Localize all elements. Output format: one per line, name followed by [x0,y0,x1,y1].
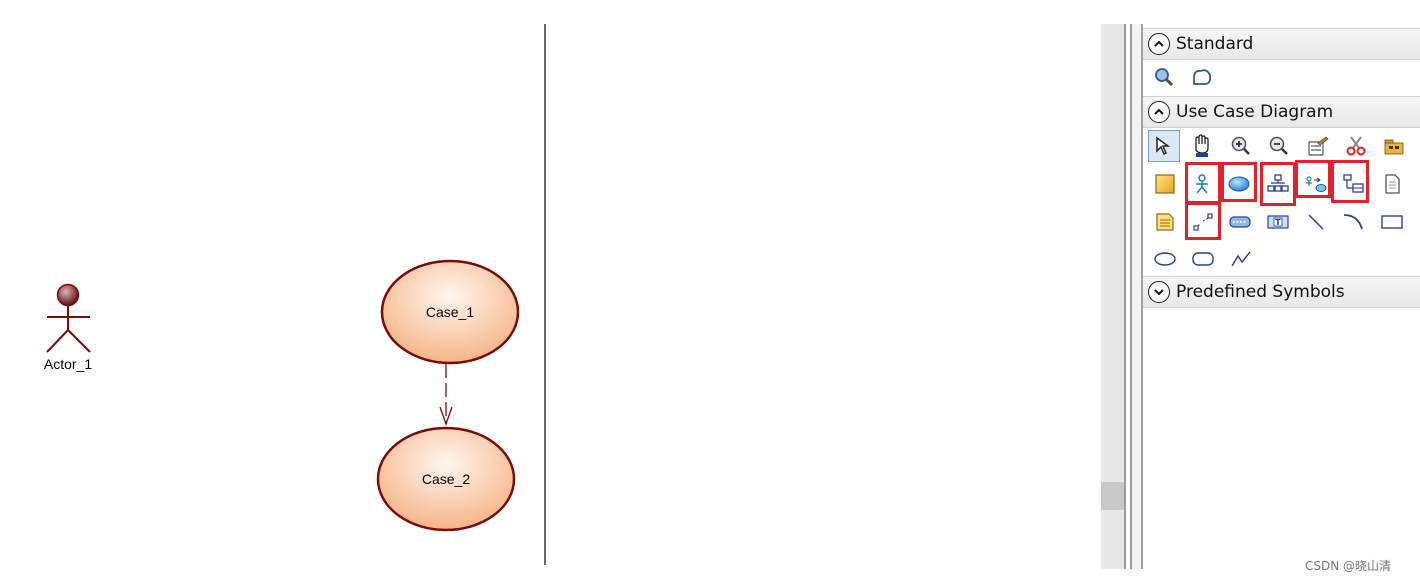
package-icon[interactable] [1379,131,1409,161]
note-icon[interactable] [1150,207,1180,237]
ellipse-icon[interactable] [1150,244,1180,274]
section-title: Predefined Symbols [1176,282,1345,302]
zoom-in-icon[interactable] [1226,131,1256,161]
zoom-out-icon[interactable] [1264,131,1294,161]
open-diagram-icon[interactable] [1303,131,1333,161]
properties-icon[interactable] [1187,62,1217,92]
system-icon[interactable] [1225,207,1255,237]
rounded-rectangle-icon[interactable] [1188,244,1218,274]
toolbox-palette: Standard Use Case Diagram T Predefined S… [1141,24,1420,569]
highlight-box-dependency-tool [1331,160,1369,203]
use-case-1-label: Case_1 [426,304,474,320]
scrollbar-thumb[interactable] [1101,482,1124,510]
use-case-2-label: Case_2 [422,471,470,487]
highlight-box-use-case-tool [1221,162,1257,202]
highlight-box-association-tool [1295,160,1331,198]
hand-grab-icon[interactable] [1187,131,1217,161]
watermark-text: CSDN @晓山清 [1305,559,1392,573]
diagram-canvas[interactable]: Actor_1 Case_1 Case_2 [0,0,1100,583]
splitter-handle[interactable] [1132,24,1141,569]
actor-label: Actor_1 [44,356,92,372]
chevron-down-icon[interactable] [1148,281,1170,303]
section-title: Standard [1176,34,1254,54]
pointer-icon[interactable] [1148,130,1180,162]
section-header-standard[interactable]: Standard [1143,28,1420,60]
splitter-line [1124,24,1126,569]
section-title: Use Case Diagram [1176,102,1334,122]
find-symbol-icon[interactable] [1149,62,1179,92]
dependency-arrow[interactable] [439,364,453,426]
package-yellow-icon[interactable] [1150,169,1180,199]
highlight-box-generalization-tool [1260,162,1296,206]
actor-actor-1[interactable] [46,283,91,353]
rectangle-icon[interactable] [1377,207,1407,237]
file-icon[interactable] [1377,169,1407,199]
diagram-svg: Actor_1 Case_1 Case_2 [44,24,546,565]
section-header-use-case-diagram[interactable]: Use Case Diagram [1143,96,1420,128]
highlight-box-link-tool [1185,202,1221,240]
cut-icon[interactable] [1341,131,1371,161]
svg-text:T: T [1275,218,1281,227]
arc-icon[interactable] [1339,207,1369,237]
chevron-up-icon[interactable] [1148,101,1170,123]
line-icon[interactable] [1301,207,1331,237]
polyline-icon[interactable] [1226,244,1256,274]
chevron-up-icon[interactable] [1148,33,1170,55]
text-tool-icon[interactable]: T [1263,207,1293,237]
section-header-predefined-symbols[interactable]: Predefined Symbols [1143,276,1420,308]
splitter-line [1130,24,1132,569]
highlight-box-actor-tool [1185,162,1221,204]
